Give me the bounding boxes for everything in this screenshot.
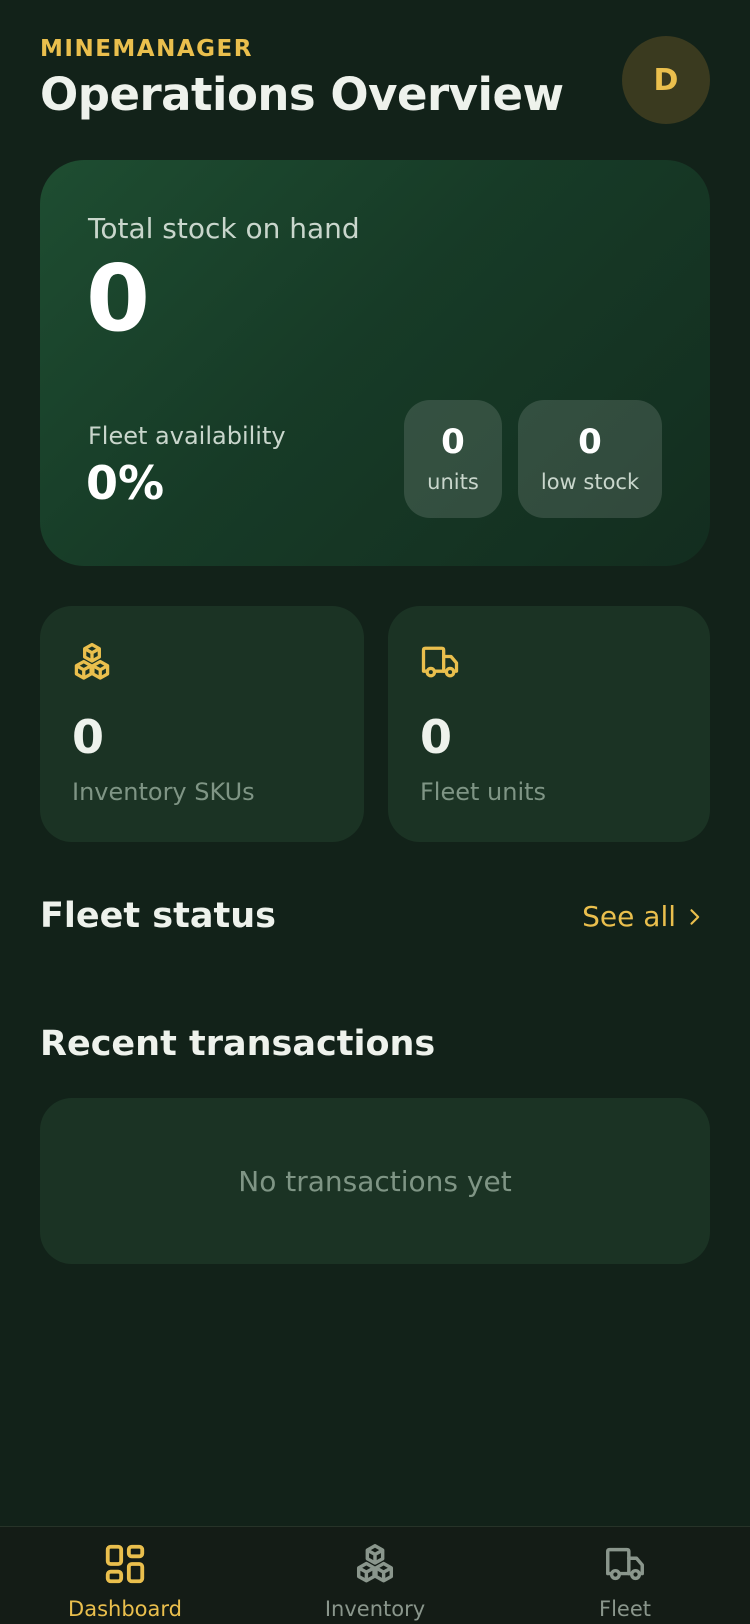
header: MINEMANAGER Operations Overview D xyxy=(40,30,710,130)
nav-dashboard[interactable]: Dashboard xyxy=(25,1541,225,1621)
nav-fleet[interactable]: Fleet xyxy=(525,1541,725,1621)
see-all-link[interactable]: See all xyxy=(582,900,704,933)
avatar[interactable]: D xyxy=(622,36,710,124)
fleet-status-title: Fleet status xyxy=(40,896,276,936)
transactions-empty-state: No transactions yet xyxy=(40,1098,710,1264)
page-title: Operations Overview xyxy=(40,68,564,121)
inventory-skus-card[interactable]: 0 Inventory SKUs xyxy=(40,606,364,842)
nav-dashboard-label: Dashboard xyxy=(68,1597,182,1621)
recent-transactions-title: Recent transactions xyxy=(40,1024,436,1064)
boxes-icon xyxy=(74,642,110,680)
inventory-skus-value: 0 xyxy=(72,710,105,764)
units-label: units xyxy=(427,469,479,494)
total-stock-value: 0 xyxy=(86,245,151,352)
total-stock-label: Total stock on hand xyxy=(88,212,360,245)
low-stock-stat: 0 low stock xyxy=(518,400,662,518)
truck-icon xyxy=(606,1547,644,1581)
fleet-availability-label: Fleet availability xyxy=(88,422,286,450)
fleet-units-label: Fleet units xyxy=(420,778,547,806)
nav-fleet-label: Fleet xyxy=(599,1597,651,1621)
nav-inventory-label: Inventory xyxy=(324,1597,426,1621)
fleet-units-card[interactable]: 0 Fleet units xyxy=(388,606,710,842)
low-stock-label: low stock xyxy=(540,469,640,494)
chevron-right-icon xyxy=(690,908,700,925)
nav-inventory[interactable]: Inventory xyxy=(275,1541,475,1621)
fleet-availability-value: 0% xyxy=(86,456,165,510)
fleet-units-value: 0 xyxy=(420,710,453,764)
units-stat: 0 units xyxy=(404,400,502,518)
bottom-nav: Dashboard Inventory Fleet xyxy=(0,1526,750,1624)
low-stock-value: 0 xyxy=(578,422,602,463)
truck-icon xyxy=(421,646,459,678)
units-value: 0 xyxy=(441,422,465,463)
see-all-label: See all xyxy=(582,900,676,933)
inventory-skus-label: Inventory SKUs xyxy=(72,778,255,806)
boxes-icon xyxy=(356,1544,394,1583)
brand-name: MINEMANAGER xyxy=(40,36,253,62)
stock-summary-card: Total stock on hand 0 Fleet availability… xyxy=(40,160,710,566)
dashboard-icon xyxy=(105,1544,145,1584)
empty-state-text: No transactions yet xyxy=(238,1164,512,1198)
